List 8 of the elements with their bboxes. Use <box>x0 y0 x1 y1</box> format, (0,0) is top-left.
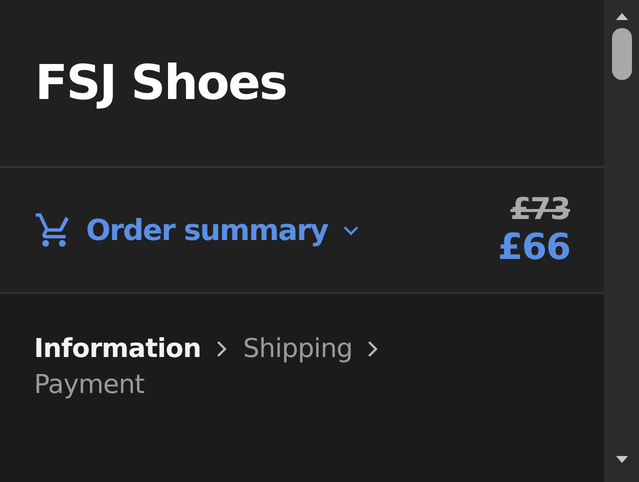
scrollbar-thumb[interactable] <box>612 28 632 80</box>
breadcrumb-item[interactable]: Shipping <box>243 334 352 364</box>
breadcrumb-item[interactable]: Payment <box>34 370 144 400</box>
total-price: £66 <box>498 227 570 268</box>
store-title: FSJ Shoes <box>35 55 286 111</box>
breadcrumb-item[interactable]: Information <box>34 334 202 364</box>
order-summary-toggle[interactable]: Order summary <box>34 210 362 250</box>
original-price: £73 <box>510 192 570 227</box>
